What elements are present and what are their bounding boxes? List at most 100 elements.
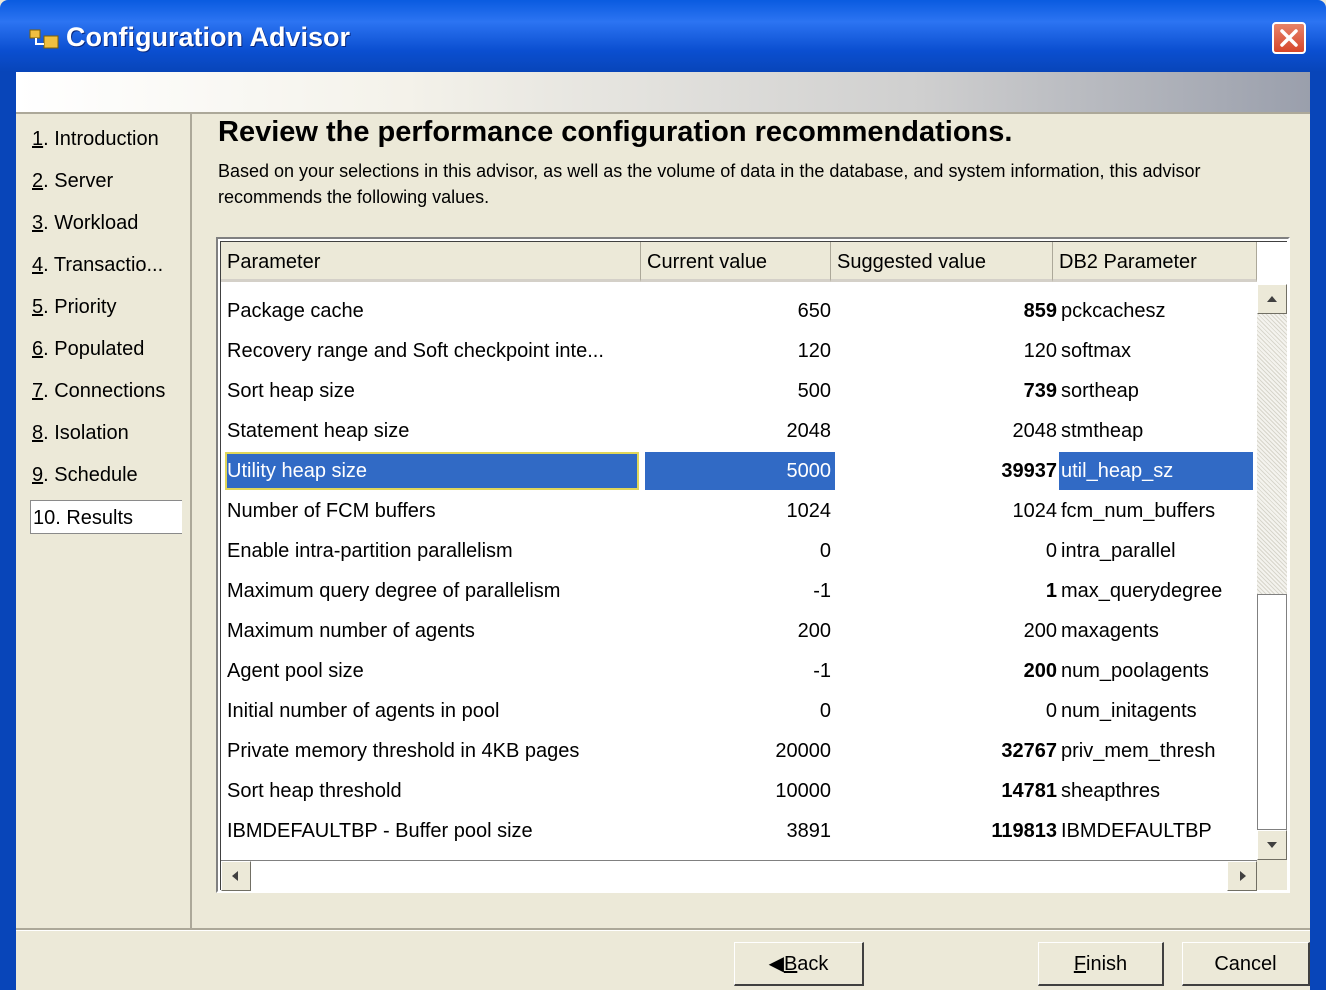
scrollbar-corner bbox=[1257, 860, 1287, 890]
finish-button[interactable]: Finish bbox=[1038, 942, 1164, 986]
table-row[interactable]: Recovery range and Soft checkpoint inte.… bbox=[221, 332, 1257, 372]
sidebar-item-label: . Workload bbox=[43, 212, 139, 234]
back-arrow-icon: ◀ bbox=[768, 953, 784, 975]
table-row[interactable]: Package cache 650 859 pckcachesz bbox=[221, 292, 1257, 332]
table-row[interactable]: Agent pool size -1 200 num_poolagents bbox=[221, 652, 1257, 692]
arrow-down-icon bbox=[1267, 842, 1277, 848]
window-frame-right bbox=[1310, 72, 1326, 990]
suggested-value-cell[interactable]: 14781 bbox=[835, 772, 1057, 810]
suggested-value-cell[interactable]: 2048 bbox=[835, 412, 1058, 450]
suggested-value-cell[interactable]: 119813 bbox=[835, 812, 1057, 850]
table-row[interactable]: IBMDEFAULTBP - Buffer pool size 3891 11981… bbox=[221, 812, 1257, 852]
horizontal-scrollbar[interactable] bbox=[221, 860, 1257, 891]
column-header-1[interactable]: Parameter bbox=[221, 242, 641, 282]
sidebar-item-3[interactable]: 3. Workload bbox=[32, 206, 182, 240]
table-row[interactable]: Sort heap size 500 739 sortheap bbox=[221, 372, 1257, 412]
suggested-value-cell[interactable]: 32767 bbox=[835, 732, 1057, 770]
sidebar-item-5[interactable]: 5. Priority bbox=[32, 290, 182, 324]
wizard-step-sidebar: 1. Introduction 2. Server 3. Workload 4. Tr… bbox=[16, 114, 192, 928]
close-button[interactable] bbox=[1272, 22, 1306, 54]
scroll-down-button[interactable] bbox=[1257, 830, 1287, 860]
sidebar-item-number: 1 bbox=[32, 128, 44, 150]
db2-parameter-cell: softmax bbox=[1061, 340, 1132, 362]
scroll-up-button[interactable] bbox=[1257, 284, 1287, 314]
suggested-value-cell[interactable]: 859 bbox=[835, 292, 1057, 330]
current-value-cell: 0 bbox=[819, 700, 831, 722]
close-icon bbox=[1280, 29, 1298, 47]
cancel-button[interactable]: Cancel bbox=[1182, 942, 1310, 986]
table-viewport: Parameter Current value Suggested value DB2… bbox=[220, 241, 1287, 891]
sidebar-item-1[interactable]: 1. Introduction bbox=[32, 122, 182, 156]
suggested-value-cell[interactable]: 1024 bbox=[835, 492, 1058, 530]
table-row[interactable]: Maximum query degree of parallelism -1 1 ma… bbox=[221, 572, 1257, 612]
back-mnemonic: B bbox=[783, 953, 798, 975]
suggested-value-cell[interactable]: 0 bbox=[835, 532, 1057, 570]
sidebar-item-number: 4 bbox=[32, 254, 44, 276]
sidebar-item-9[interactable]: 9. Schedule bbox=[32, 458, 182, 492]
table-row[interactable]: Initial number of agents in pool 0 0 num_in… bbox=[221, 692, 1257, 732]
sidebar-item-10[interactable]: 10. Results bbox=[30, 500, 182, 534]
column-header-3[interactable]: Suggested value bbox=[831, 242, 1053, 282]
sidebar-item-number: 3 bbox=[32, 212, 44, 234]
vertical-scrollbar[interactable] bbox=[1257, 284, 1287, 860]
current-value-cell: -1 bbox=[813, 660, 831, 682]
sidebar-item-label: . Priority bbox=[43, 296, 117, 318]
sidebar-item-label: 10. Results bbox=[33, 507, 134, 529]
sidebar-item-number: 5 bbox=[32, 296, 44, 318]
sidebar-item-2[interactable]: 2. Server bbox=[32, 164, 182, 198]
db2-parameter-cell: maxagents bbox=[1061, 620, 1159, 642]
parameter-cell: Maximum query degree of parallelism bbox=[227, 580, 561, 602]
scroll-left-button[interactable] bbox=[221, 861, 251, 891]
suggested-value-cell[interactable]: 739 bbox=[835, 372, 1057, 410]
db2-parameter-cell: intra_parallel bbox=[1061, 540, 1176, 562]
suggested-value-cell[interactable]: 1 bbox=[835, 572, 1057, 610]
title-bar[interactable]: Configuration Advisor bbox=[0, 0, 1326, 72]
parameter-cell: Private memory threshold in 4KB pages bbox=[227, 740, 580, 762]
scroll-track-upper[interactable] bbox=[1257, 314, 1287, 594]
table-row[interactable]: Sort heap threshold 10000 14781 sheapthres bbox=[221, 772, 1257, 812]
suggested-value-cell[interactable]: 200 bbox=[835, 652, 1057, 690]
suggested-value-cell[interactable]: 120 bbox=[835, 332, 1057, 370]
db2-parameter-cell: IBMDEFAULTBP bbox=[1061, 820, 1212, 842]
banner-divider bbox=[16, 112, 1310, 114]
back-button[interactable]: ◀Back bbox=[734, 942, 864, 986]
sidebar-item-6[interactable]: 6. Populated bbox=[32, 332, 182, 366]
table-row[interactable]: Maximum number of agents 200 200 maxagents bbox=[221, 612, 1257, 652]
db2-parameter-cell: fcm_num_buffers bbox=[1061, 500, 1216, 522]
current-value-cell: 3891 bbox=[786, 820, 832, 842]
table-row[interactable]: Enable intra-partition parallelism 0 0 intr… bbox=[221, 532, 1257, 572]
scroll-right-button[interactable] bbox=[1227, 861, 1257, 891]
sidebar-item-label: . Populated bbox=[43, 338, 145, 360]
table-row[interactable]: Statement heap size 2048 2048 stmtheap bbox=[221, 412, 1257, 452]
parameter-cell: Package cache bbox=[227, 300, 364, 322]
scroll-thumb[interactable] bbox=[1257, 594, 1287, 830]
arrow-right-icon bbox=[1240, 871, 1246, 881]
sidebar-item-label: . Schedule bbox=[43, 464, 138, 486]
window-title: Configuration Advisor bbox=[66, 22, 350, 52]
suggested-value-cell[interactable]: 0 bbox=[835, 692, 1057, 730]
current-value-cell: 2048 bbox=[786, 420, 832, 442]
sidebar-item-4[interactable]: 4. Transactio... bbox=[32, 248, 182, 282]
column-header-4[interactable]: DB2 Parameter bbox=[1053, 242, 1257, 282]
table-row[interactable]: Utility heap size 5000 39937 util_heap_sz bbox=[221, 452, 1257, 492]
sidebar-item-7[interactable]: 7. Connections bbox=[32, 374, 182, 408]
window-frame-left bbox=[0, 72, 16, 990]
db2-parameter-cell: num_poolagents bbox=[1061, 660, 1209, 682]
table-header: Parameter Current value Suggested value DB2… bbox=[221, 242, 1257, 282]
suggested-value-cell[interactable]: 39937 bbox=[835, 452, 1057, 490]
current-value-cell: 0 bbox=[819, 540, 831, 562]
suggested-value-cell[interactable]: 200 bbox=[835, 612, 1057, 650]
sidebar-item-label: . Server bbox=[43, 170, 114, 192]
table-row[interactable]: Private memory threshold in 4KB pages 200… bbox=[221, 732, 1257, 772]
current-value-cell: 650 bbox=[797, 300, 831, 322]
current-value-cell: 5000 bbox=[645, 452, 835, 490]
db2-parameter-cell: sheapthres bbox=[1061, 780, 1160, 802]
sidebar-item-number: 8 bbox=[32, 422, 44, 444]
parameter-cell: Maximum number of agents bbox=[227, 620, 475, 642]
app-icon bbox=[29, 29, 59, 49]
sidebar-item-8[interactable]: 8. Isolation bbox=[32, 416, 182, 450]
column-header-2[interactable]: Current value bbox=[641, 242, 831, 282]
table-row[interactable]: Number of FCM buffers 1024 1024 fcm_num_buf… bbox=[221, 492, 1257, 532]
finish-label: inish bbox=[1086, 953, 1128, 975]
db2-parameter-cell: stmtheap bbox=[1061, 420, 1144, 442]
